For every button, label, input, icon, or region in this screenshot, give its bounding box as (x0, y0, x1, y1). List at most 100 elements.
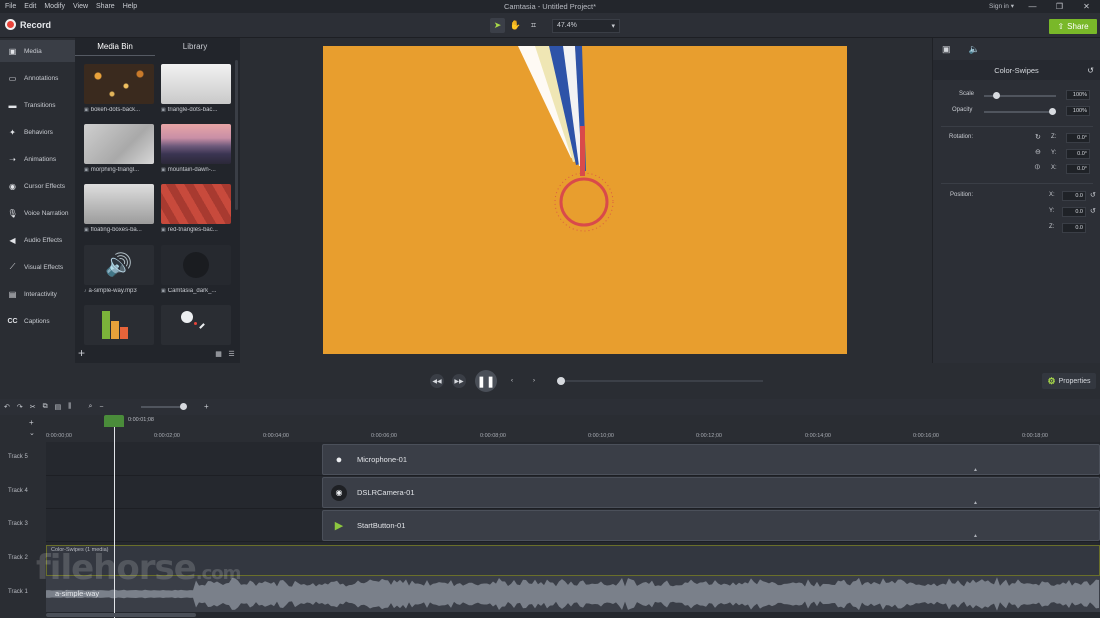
opacity-slider-knob[interactable] (1049, 108, 1056, 115)
sidebar-item-animations[interactable]: ➝ Animations (0, 148, 75, 170)
copy-icon[interactable]: ⧉ (43, 403, 48, 411)
visual-properties-tab-icon[interactable]: ▣ (942, 44, 951, 55)
media-item[interactable] (161, 305, 231, 345)
rotation-y-value[interactable]: 0.0° (1066, 149, 1090, 159)
media-item[interactable]: 🔊 ♪ a-simple-way.mp3 (84, 245, 154, 294)
cursor-click-thumbnail (161, 305, 231, 345)
media-item[interactable]: ▣ floating-boxes-ba... (84, 184, 154, 233)
preview-canvas[interactable] (323, 46, 847, 354)
clip-microphone[interactable]: ● Microphone-01 ▲ (322, 444, 1100, 475)
menu-share[interactable]: Share (96, 3, 115, 10)
track-label[interactable]: Track 2 (8, 555, 28, 561)
speaker-icon: ◀ (9, 235, 16, 245)
record-icon (5, 19, 16, 30)
properties-button[interactable]: ⚙ Properties (1042, 373, 1096, 389)
list-view-icon[interactable]: ☰ (227, 349, 236, 358)
camera-icon: ◉ (331, 484, 347, 501)
rotation-z-value[interactable]: 0.0° (1066, 133, 1090, 143)
rotation-x-value[interactable]: 0.0° (1066, 164, 1090, 174)
zoom-select[interactable]: 47.4% ▾ (552, 18, 620, 33)
opacity-value[interactable]: 100% (1066, 106, 1090, 116)
menu-help[interactable]: Help (123, 3, 137, 10)
grid-view-icon[interactable]: ▦ (214, 349, 223, 358)
media-item[interactable]: ▣ Camtasia_dark_... (161, 245, 231, 294)
menu-view[interactable]: View (73, 3, 88, 10)
paste-icon[interactable]: ▤ (55, 403, 62, 411)
sign-in-button[interactable]: Sign in ▾ (989, 2, 1014, 10)
previous-marker-icon[interactable]: ‹ (505, 374, 519, 388)
sidebar-item-audio-effects[interactable]: ◀ Audio Effects (0, 229, 75, 251)
media-bin-scrollbar[interactable] (235, 60, 238, 210)
track-label[interactable]: Track 5 (8, 454, 28, 460)
menu-modify[interactable]: Modify (44, 3, 65, 10)
sidebar-item-cursor-effects[interactable]: ◉ Cursor Effects (0, 175, 75, 197)
cut-icon[interactable]: ✂ (30, 403, 36, 411)
reset-x-icon[interactable]: ↺ (1090, 191, 1096, 199)
tab-media-bin[interactable]: Media Bin (75, 38, 155, 56)
time-ruler[interactable]: 0:00:00;00 0:00:02;00 0:00:04;00 0:00:06… (46, 415, 1100, 442)
clip-name: StartButton-01 (357, 521, 406, 530)
zoom-icon[interactable]: ⌕ (88, 403, 92, 411)
scale-value[interactable]: 100% (1066, 90, 1090, 100)
crop-tool-icon[interactable]: ⌗ (526, 18, 541, 33)
opacity-slider[interactable] (984, 111, 1056, 113)
reset-icon[interactable]: ↺ (1087, 66, 1094, 75)
scrub-bar[interactable] (561, 380, 763, 382)
split-icon[interactable]: ⫼ (68, 403, 71, 411)
track-label[interactable]: Track 3 (8, 521, 28, 527)
chevron-down-icon[interactable]: ⌄ (29, 429, 35, 437)
media-item[interactable]: ▣ morphing-triangl... (84, 124, 154, 173)
media-item[interactable]: ▣ triangle-dots-bac... (161, 64, 231, 113)
position-x-value[interactable]: 0.0 (1062, 191, 1086, 201)
playhead-handle[interactable] (104, 415, 124, 427)
track-label[interactable]: Track 4 (8, 488, 28, 494)
add-media-icon[interactable]: + (78, 346, 85, 360)
track-label[interactable]: Track 1 (8, 589, 28, 595)
zoom-out-icon[interactable]: − (99, 404, 103, 411)
zoom-in-icon[interactable]: + (204, 402, 209, 411)
reset-y-icon[interactable]: ↺ (1090, 207, 1096, 215)
sidebar-item-visual-effects[interactable]: ⟋ Visual Effects (0, 256, 75, 278)
select-tool-icon[interactable]: ➤ (490, 18, 505, 33)
media-item[interactable]: ▣ red-triangles-bac... (161, 184, 231, 233)
step-forward-icon[interactable]: ▶▶ (452, 374, 466, 388)
undo-icon[interactable]: ↶ (4, 403, 10, 411)
position-y-value[interactable]: 0.0 (1062, 207, 1086, 217)
share-button[interactable]: ⇧ Share (1049, 19, 1097, 34)
clip-start-button[interactable]: ▶ StartButton-01 ▲ (322, 510, 1100, 541)
scale-slider-knob[interactable] (993, 92, 1000, 99)
interactivity-icon: ▤ (8, 289, 17, 299)
position-z-value[interactable]: 0.0 (1062, 223, 1086, 233)
sidebar-item-transitions[interactable]: ▬ Transitions (0, 94, 75, 116)
close-icon[interactable]: ✕ (1073, 0, 1100, 13)
timeline-scrollbar[interactable] (46, 613, 196, 617)
sidebar-item-captions[interactable]: CC Captions (0, 310, 75, 332)
media-item[interactable] (84, 305, 154, 345)
sidebar-item-interactivity[interactable]: ▤ Interactivity (0, 283, 75, 305)
scrub-knob[interactable] (557, 377, 565, 385)
redo-icon[interactable]: ↷ (17, 403, 23, 411)
menu-file[interactable]: File (5, 3, 16, 10)
sidebar-item-behaviors[interactable]: ✦ Behaviors (0, 121, 75, 143)
record-button[interactable]: Record (5, 19, 51, 30)
timeline-zoom-slider[interactable] (141, 406, 185, 408)
sidebar-item-annotations[interactable]: ▭ Annotations (0, 67, 75, 89)
media-item[interactable]: ▣ mountain-dawn-... (161, 124, 231, 173)
timeline-zoom-knob[interactable] (180, 403, 187, 410)
sidebar-item-voice-narration[interactable]: 🎙 Voice Narration (0, 202, 75, 224)
audio-properties-tab-icon[interactable]: 🔈 (969, 44, 980, 55)
step-back-icon[interactable]: ◀◀ (430, 374, 444, 388)
menu-edit[interactable]: Edit (24, 3, 36, 10)
filehorse-watermark: filehorse.com (36, 548, 241, 588)
restore-icon[interactable]: ❐ (1046, 0, 1073, 13)
media-item[interactable]: ▣ bokeh-dots-back... (84, 64, 154, 113)
add-track-icon[interactable]: + (29, 418, 34, 427)
minimize-icon[interactable]: — (1019, 0, 1046, 13)
pause-button[interactable]: ❚❚ (475, 370, 497, 392)
tab-library[interactable]: Library (155, 38, 235, 56)
pan-tool-icon[interactable]: ✋ (508, 18, 523, 33)
next-marker-icon[interactable]: › (527, 374, 541, 388)
tick-label: 0:00:10;00 (588, 433, 614, 439)
clip-dslr-camera[interactable]: ◉ DSLRCamera-01 ▲ (322, 477, 1100, 508)
sidebar-item-media[interactable]: ▣ Media (0, 40, 75, 62)
